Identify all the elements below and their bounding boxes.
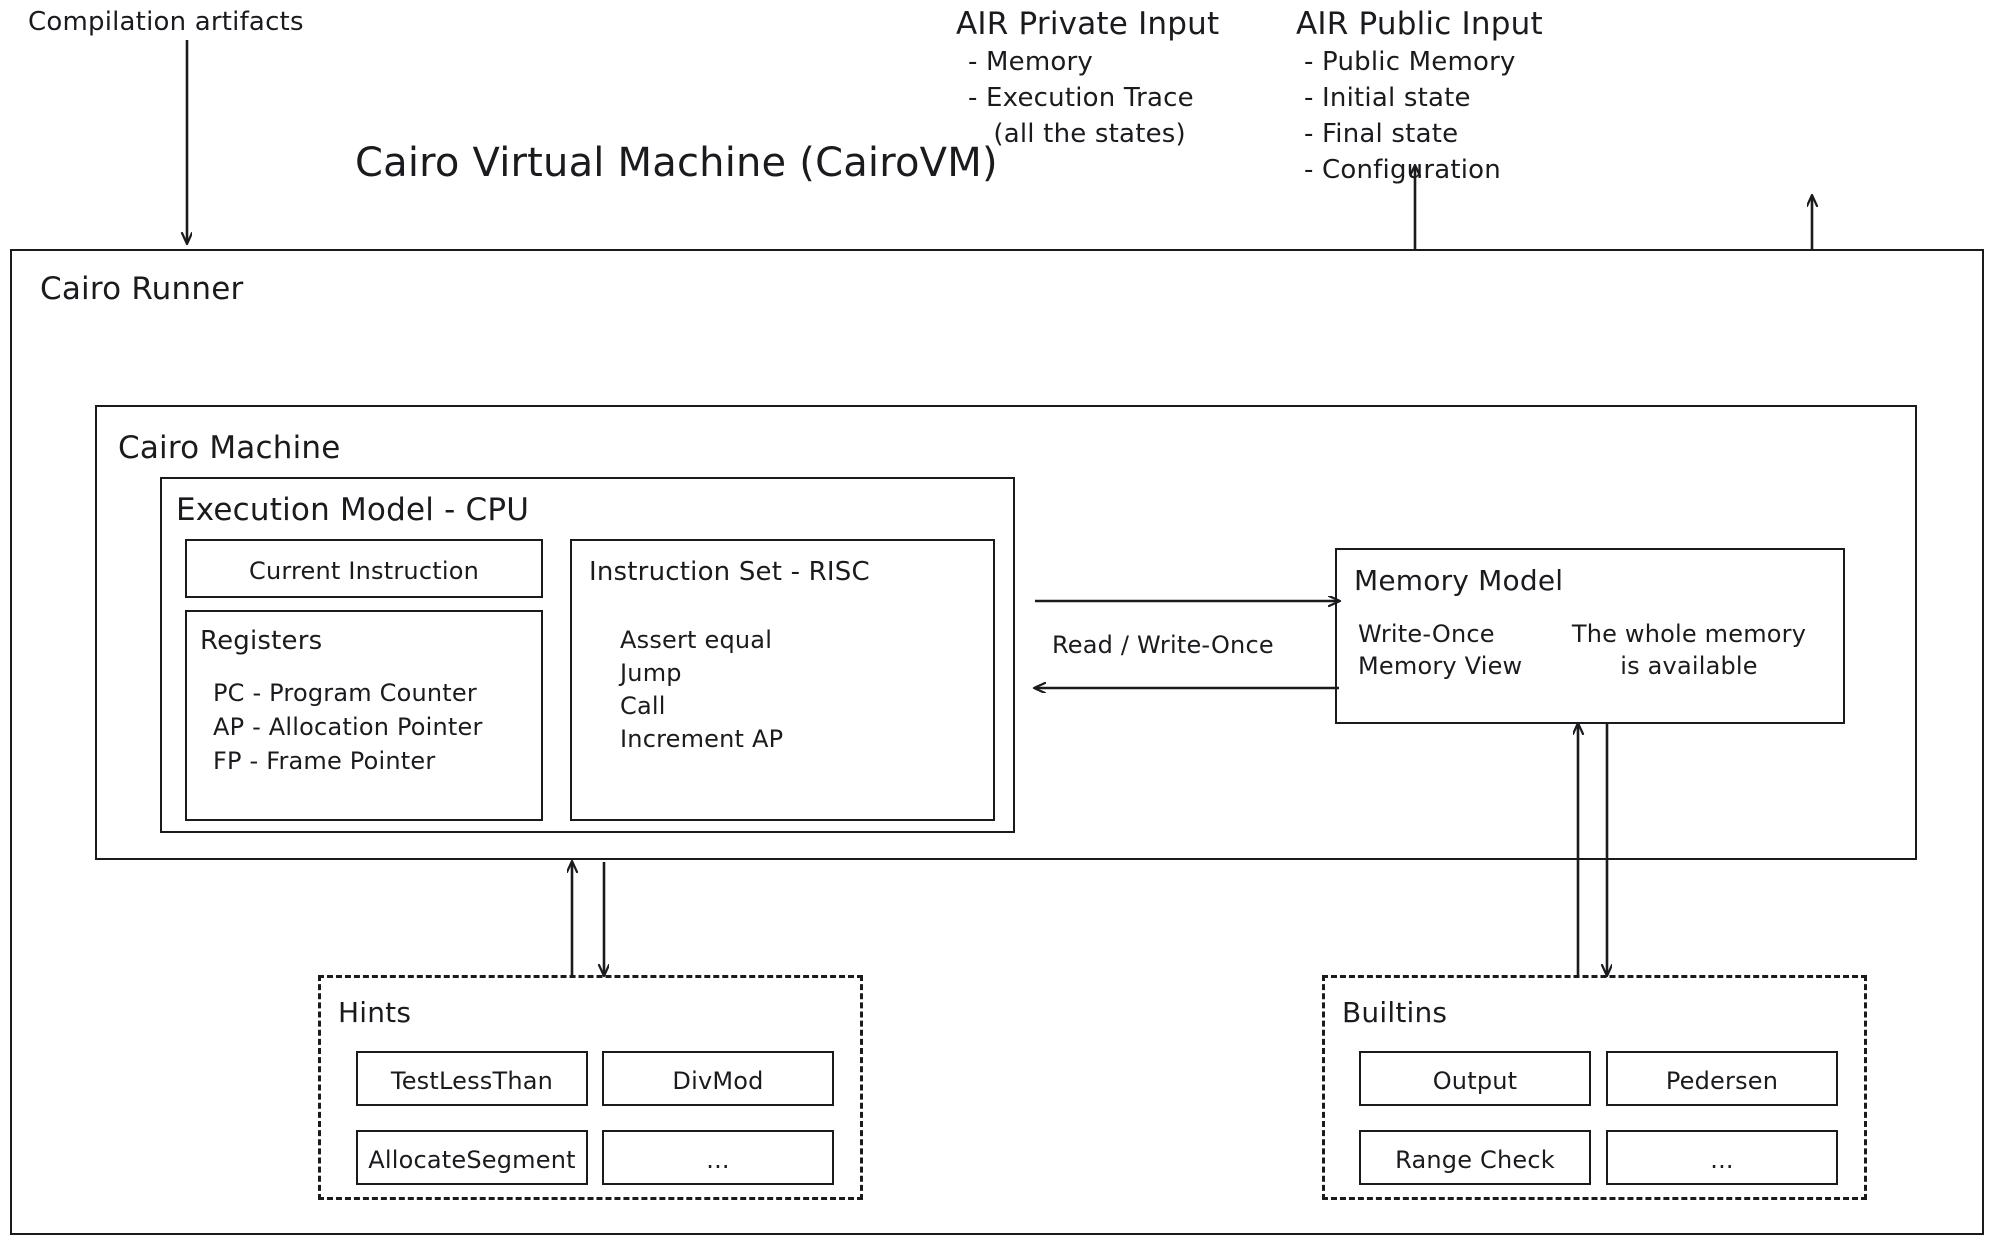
builtins-label: Builtins [1342, 996, 1448, 1029]
current-instruction-label: Current Instruction [248, 557, 480, 585]
air-public-input-heading: AIR Public Input [1296, 6, 1543, 42]
builtins-item-label-2: Range Check [1395, 1146, 1555, 1174]
diagram-canvas: Compilation artifacts AIR Private Input … [0, 0, 1993, 1247]
register-item-1: AP - Allocation Pointer [213, 713, 483, 741]
instruction-item-1: Jump [620, 659, 682, 687]
compilation-artifacts-label: Compilation artifacts [28, 7, 304, 37]
air-public-input-line-1: - Initial state [1304, 83, 1471, 113]
instruction-item-3: Increment AP [620, 725, 784, 753]
cairo-runner-label: Cairo Runner [40, 271, 244, 307]
air-public-input-line-2: - Final state [1304, 119, 1459, 149]
memory-model-left-note: Write-Once Memory View [1358, 620, 1523, 681]
builtins-item-label-3: ... [1710, 1146, 1734, 1174]
builtins-item-label-0: Output [1432, 1067, 1518, 1095]
diagram-title: Cairo Virtual Machine (CairoVM) [355, 140, 998, 186]
registers-heading: Registers [200, 626, 323, 656]
instruction-item-0: Assert equal [620, 626, 773, 654]
hints-item-label-2: AllocateSegment [368, 1146, 576, 1174]
memory-model-label: Memory Model [1354, 564, 1564, 597]
air-public-input-line-3: - Configuration [1304, 155, 1501, 185]
hints-item-label-0: TestLessThan [390, 1067, 554, 1095]
register-item-2: FP - Frame Pointer [213, 747, 436, 775]
builtins-item-label-1: Pedersen [1665, 1067, 1779, 1095]
cairo-machine-label: Cairo Machine [118, 430, 341, 466]
memory-model-right-note: The whole memory is available [1571, 620, 1807, 681]
air-public-input-line-0: - Public Memory [1304, 47, 1516, 77]
hints-label: Hints [338, 996, 412, 1029]
air-private-input-line-0: - Memory [968, 47, 1093, 77]
read-write-once-label: Read / Write-Once [1052, 631, 1274, 659]
air-private-input-line-2: (all the states) [968, 119, 1186, 149]
air-private-input-line-1: - Execution Trace [968, 83, 1194, 113]
hints-item-label-3: ... [706, 1146, 730, 1174]
register-item-0: PC - Program Counter [213, 679, 477, 707]
execution-model-cpu-label: Execution Model - CPU [176, 492, 530, 528]
hints-item-label-1: DivMod [672, 1067, 764, 1095]
instruction-set-heading: Instruction Set - RISC [589, 557, 870, 587]
air-private-input-heading: AIR Private Input [956, 6, 1220, 42]
instruction-item-2: Call [620, 692, 666, 720]
